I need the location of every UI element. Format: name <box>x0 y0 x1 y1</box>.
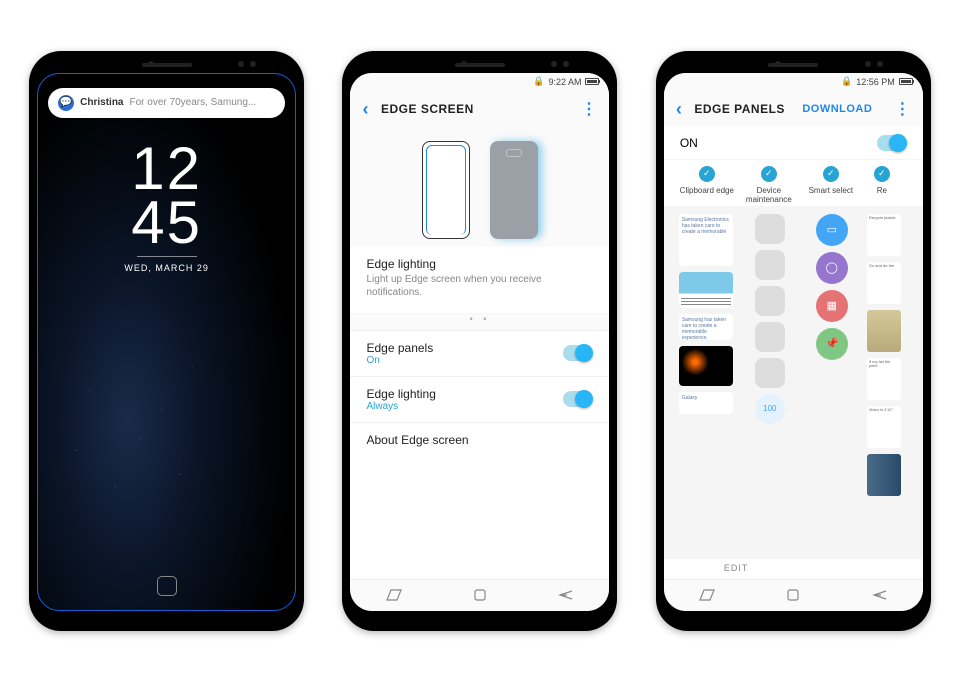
clock-minutes: 45 <box>38 196 295 250</box>
back-nav-icon[interactable] <box>558 587 574 603</box>
status-time: 9:22 AM <box>548 77 581 87</box>
reminder-card <box>867 454 901 496</box>
row-sub: Always <box>366 401 435 412</box>
notification-sender: Christina <box>80 97 123 108</box>
message-icon: 💬 <box>58 95 74 111</box>
panel-header-device[interactable]: ✓ Device maintenance <box>738 166 800 204</box>
phone-mock-1: 💬 Christina For over 70years, Samung... … <box>29 51 304 631</box>
lock-icon: 🔒 <box>533 76 544 87</box>
edge-lighting-toggle[interactable] <box>563 391 593 407</box>
phone-back-preview[interactable] <box>490 141 538 239</box>
status-bar: 🔒 12:56 PM <box>664 73 923 91</box>
home-icon[interactable] <box>785 587 801 603</box>
edge-panels-settings: 🔒 12:56 PM ‹ EDGE PANELS DOWNLOAD ⋮ ON ✓… <box>664 73 923 611</box>
check-icon[interactable]: ✓ <box>699 166 715 182</box>
smartselect-panel[interactable]: ▭ ◯ ▦ 📌 <box>804 214 860 551</box>
pin-select-icon: 📌 <box>816 328 848 360</box>
device-panel[interactable]: 100 <box>742 214 798 551</box>
battery-icon <box>899 78 913 85</box>
rect-select-icon: ▭ <box>816 214 848 246</box>
check-icon[interactable]: ✓ <box>823 166 839 182</box>
reminder-card: Recycle plastic <box>867 214 901 256</box>
back-nav-icon[interactable] <box>872 587 888 603</box>
row-sub: On <box>366 355 433 366</box>
maint-tile <box>755 358 785 388</box>
clip-image <box>679 346 733 386</box>
page-indicator[interactable]: • • <box>350 314 609 330</box>
edge-screen-settings: 🔒 9:22 AM ‹ EDGE SCREEN ⋮ Edge lighting … <box>350 73 609 611</box>
clip-text: Samsung Electronics has taken care to cr… <box>679 214 733 266</box>
panel-previews[interactable]: Samsung Electronics has taken care to cr… <box>664 206 923 559</box>
edit-link[interactable]: EDIT <box>664 559 923 579</box>
clipboard-panel[interactable]: Samsung Electronics has taken care to cr… <box>676 214 736 551</box>
master-on-row: ON <box>664 127 923 160</box>
oval-select-icon: ◯ <box>816 252 848 284</box>
card-title: Edge lighting <box>366 257 593 271</box>
check-icon[interactable]: ✓ <box>761 166 777 182</box>
about-edge-row[interactable]: About Edge screen <box>350 422 609 457</box>
edge-preview <box>350 127 609 247</box>
header-title: EDGE PANELS <box>694 102 785 116</box>
on-label: ON <box>680 136 698 150</box>
notification-preview: For over 70years, Samung... <box>130 97 257 108</box>
settings-header: ‹ EDGE PANELS DOWNLOAD ⋮ <box>664 91 923 127</box>
download-link[interactable]: DOWNLOAD <box>802 103 872 115</box>
panel-header-smartselect[interactable]: ✓ Smart select <box>800 166 862 204</box>
score-circle: 100 <box>755 394 785 424</box>
home-icon[interactable] <box>472 587 488 603</box>
notification-pill[interactable]: 💬 Christina For over 70years, Samung... <box>48 88 285 118</box>
check-icon[interactable]: ✓ <box>874 166 890 182</box>
panel-header-reminder[interactable]: ✓ Re <box>862 166 902 204</box>
preview-description: Edge lighting Light up Edge screen when … <box>350 247 609 314</box>
edge-panels-toggle[interactable] <box>563 345 593 361</box>
header-title: EDGE SCREEN <box>381 102 474 116</box>
phone-front-preview[interactable] <box>422 141 470 239</box>
panel-header-clipboard[interactable]: ✓ Clipboard edge <box>676 166 738 204</box>
maint-tile <box>755 214 785 244</box>
phone-mock-3: 🔒 12:56 PM ‹ EDGE PANELS DOWNLOAD ⋮ ON ✓… <box>656 51 931 631</box>
overflow-menu-icon[interactable]: ⋮ <box>894 99 911 119</box>
maint-tile <box>755 322 785 352</box>
status-time: 12:56 PM <box>856 77 895 87</box>
reminder-card: If my tail the point <box>867 358 901 400</box>
row-title: About Edge screen <box>366 433 468 447</box>
maint-tile <box>755 250 785 280</box>
edge-panels-row[interactable]: Edge panels On <box>350 330 609 376</box>
clip-text: Samsung has taken care to create a memor… <box>679 314 733 340</box>
card-desc: Light up Edge screen when you receive no… <box>366 273 593 299</box>
gif-select-icon: ▦ <box>816 290 848 322</box>
nav-bar <box>350 579 609 611</box>
row-title: Edge panels <box>366 341 433 355</box>
status-bar: 🔒 9:22 AM <box>350 73 609 91</box>
clip-image <box>679 272 733 308</box>
lock-clock: 12 45 WED, MARCH 29 <box>38 142 295 273</box>
battery-icon <box>585 78 599 85</box>
home-indicator[interactable] <box>157 576 177 596</box>
reminder-panel[interactable]: Recycle plastic Go and do the If my tail… <box>866 214 902 551</box>
panel-headers: ✓ Clipboard edge ✓ Device maintenance ✓ … <box>664 160 923 206</box>
nav-bar <box>664 579 923 611</box>
phone-mock-2: 🔒 9:22 AM ‹ EDGE SCREEN ⋮ Edge lighting … <box>342 51 617 631</box>
maint-tile <box>755 286 785 316</box>
clip-text: Galaxy <box>679 392 733 414</box>
overflow-menu-icon[interactable]: ⋮ <box>581 99 598 119</box>
reminder-card: Go and do the <box>867 262 901 304</box>
edge-lighting-row[interactable]: Edge lighting Always <box>350 376 609 422</box>
recents-icon[interactable] <box>386 587 402 603</box>
wallpaper-stars <box>38 342 295 583</box>
lock-screen: 💬 Christina For over 70years, Samung... … <box>37 73 296 611</box>
settings-header: ‹ EDGE SCREEN ⋮ <box>350 91 609 127</box>
clock-hours: 12 <box>38 142 295 196</box>
back-icon[interactable]: ‹ <box>362 100 369 118</box>
lock-date: WED, MARCH 29 <box>38 263 295 273</box>
reminder-card: Video is 4'12" <box>867 406 901 448</box>
back-icon[interactable]: ‹ <box>676 100 683 118</box>
row-title: Edge lighting <box>366 387 435 401</box>
reminder-card <box>867 310 901 352</box>
lock-icon: 🔒 <box>841 76 852 87</box>
recents-icon[interactable] <box>699 587 715 603</box>
master-toggle[interactable] <box>877 135 907 151</box>
